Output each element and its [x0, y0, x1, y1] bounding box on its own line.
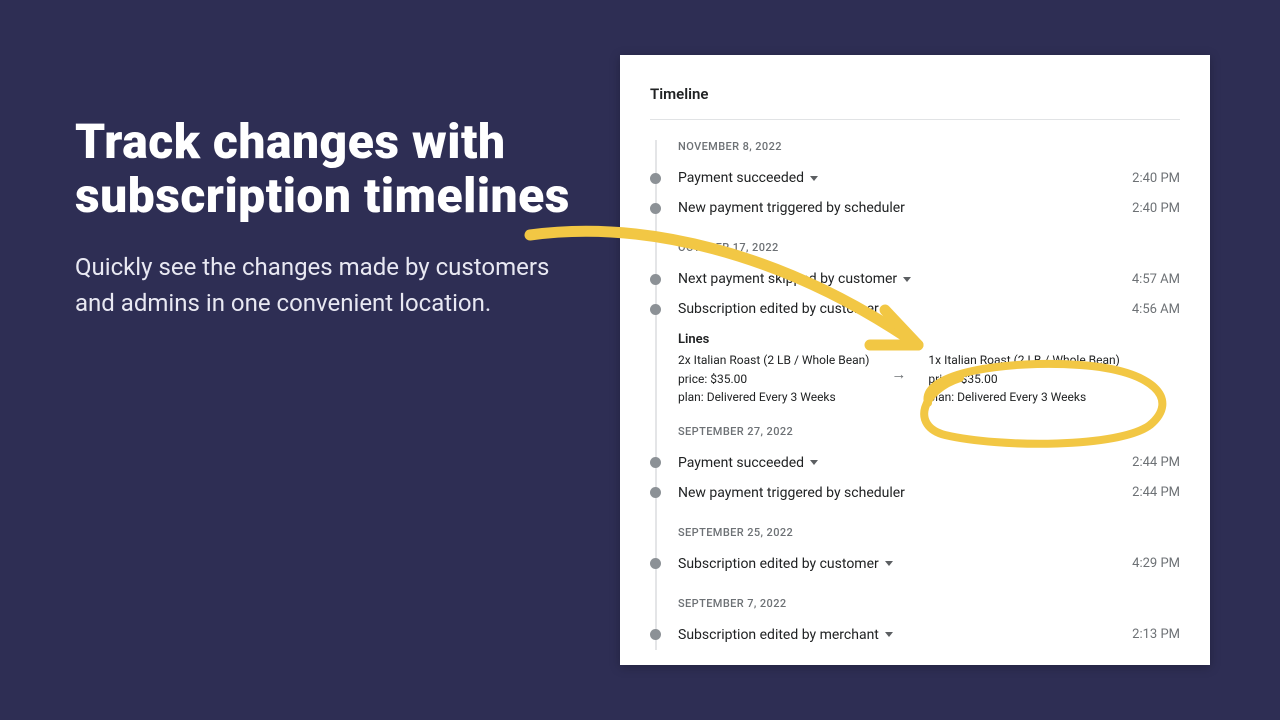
hero-title: Track changes with subscription timeline… — [75, 115, 595, 223]
detail-before: 2x Italian Roast (2 LB / Whole Bean) pri… — [678, 351, 869, 407]
timeline-item-time: 2:40 PM — [1132, 201, 1180, 216]
chevron-down-icon — [885, 561, 893, 566]
date-header: NOVEMBER 8, 2022 — [650, 140, 1180, 153]
timeline-item-detail: Lines 2x Italian Roast (2 LB / Whole Bea… — [678, 332, 1180, 407]
timeline-item-skipped[interactable]: Next payment skipped by customer 4:57 AM — [650, 264, 1180, 294]
timeline-item-edited[interactable]: Subscription edited by customer 4:29 PM — [650, 549, 1180, 579]
timeline-item-time: 2:40 PM — [1132, 171, 1180, 186]
date-header: SEPTEMBER 25, 2022 — [650, 526, 1180, 539]
timeline-item-time: 2:44 PM — [1132, 485, 1180, 500]
timeline-dot-icon — [650, 304, 661, 315]
timeline-dot-icon — [650, 173, 661, 184]
date-header: SEPTEMBER 27, 2022 — [650, 425, 1180, 438]
timeline-item-new-payment: New payment triggered by scheduler 2:40 … — [650, 193, 1180, 223]
timeline-item-payment-succeeded[interactable]: Payment succeeded 2:40 PM — [650, 163, 1180, 193]
date-header: SEPTEMBER 7, 2022 — [650, 597, 1180, 610]
timeline-item-label: New payment triggered by scheduler — [678, 200, 905, 216]
detail-header: Lines — [678, 332, 1180, 347]
timeline-item-label: New payment triggered by scheduler — [678, 485, 905, 501]
chevron-down-icon — [903, 277, 911, 282]
timeline-item-time: 2:44 PM — [1132, 455, 1180, 470]
timeline-item-time: 4:29 PM — [1132, 556, 1180, 571]
arrow-right-icon: → — [891, 365, 906, 383]
timeline-item-label: Subscription edited by customer — [678, 556, 893, 572]
timeline-item-time: 4:56 AM — [1132, 302, 1180, 317]
timeline-item-new-payment: New payment triggered by scheduler 2:44 … — [650, 478, 1180, 508]
hero-copy: Track changes with subscription timeline… — [75, 115, 595, 321]
timeline-dot-icon — [650, 487, 661, 498]
timeline-item-edited-merchant[interactable]: Subscription edited by merchant 2:13 PM — [650, 620, 1180, 650]
timeline-item-label: Subscription edited by customer — [678, 301, 893, 317]
date-header: OCTOBER 17, 2022 — [650, 241, 1180, 254]
timeline-dot-icon — [650, 274, 661, 285]
timeline-card: Timeline NOVEMBER 8, 2022 Payment succee… — [620, 55, 1210, 665]
timeline-item-label: Payment succeeded — [678, 455, 818, 471]
timeline-item-time: 2:13 PM — [1132, 627, 1180, 642]
timeline-item-edited-expanded[interactable]: Subscription edited by customer 4:56 AM — [650, 294, 1180, 324]
chevron-down-icon — [810, 460, 818, 465]
timeline-dot-icon — [650, 558, 661, 569]
timeline-dot-icon — [650, 457, 661, 468]
timeline-item-payment-succeeded[interactable]: Payment succeeded 2:44 PM — [650, 448, 1180, 478]
timeline-dot-icon — [650, 629, 661, 640]
timeline-item-label: Next payment skipped by customer — [678, 271, 911, 287]
timeline-dot-icon — [650, 203, 661, 214]
chevron-up-icon — [885, 307, 893, 312]
chevron-down-icon — [885, 632, 893, 637]
timeline-item-label: Subscription edited by merchant — [678, 627, 893, 643]
card-title: Timeline — [650, 85, 1180, 120]
detail-after: 1x Italian Roast (2 LB / Whole Bean) pri… — [928, 351, 1119, 407]
timeline-item-time: 4:57 AM — [1132, 272, 1180, 287]
chevron-down-icon — [810, 176, 818, 181]
timeline-item-label: Payment succeeded — [678, 170, 818, 186]
hero-subtitle: Quickly see the changes made by customer… — [75, 249, 595, 321]
timeline: NOVEMBER 8, 2022 Payment succeeded 2:40 … — [650, 140, 1180, 650]
